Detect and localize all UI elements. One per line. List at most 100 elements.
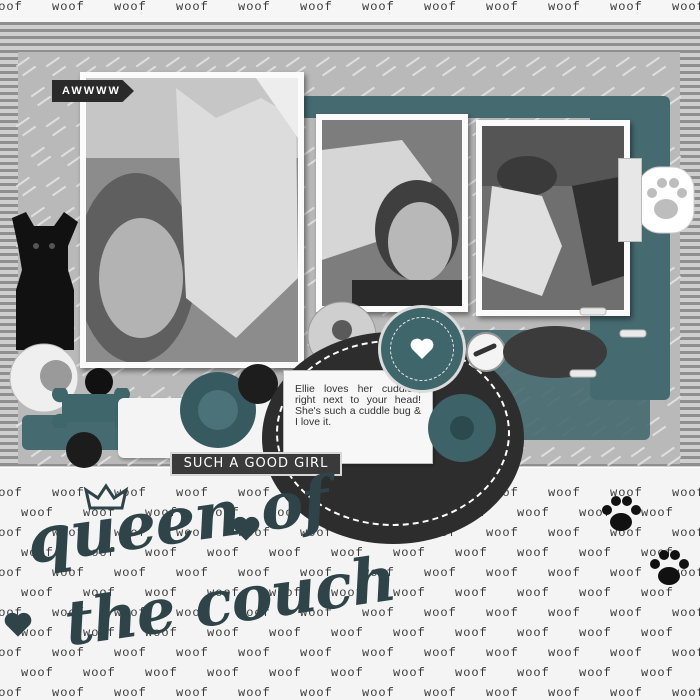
- woof-word: woof: [486, 566, 519, 580]
- hatch-mark: [45, 176, 67, 197]
- hatch-mark: [15, 116, 37, 137]
- woof-word: woof: [114, 686, 147, 700]
- paw-tag-icon: [637, 166, 695, 234]
- hatch-mark: [600, 446, 622, 467]
- hatch-mark: [495, 56, 517, 77]
- woof-word: woof: [269, 666, 302, 680]
- woof-word: woof: [455, 546, 488, 560]
- woof-word: woof: [362, 646, 395, 660]
- woof-word: woof: [486, 606, 519, 620]
- hatch-mark: [15, 176, 37, 197]
- woof-word: woof: [672, 486, 700, 500]
- hatch-mark: [345, 56, 367, 77]
- bone-scatter-icon: [569, 307, 647, 378]
- paw-print-icon: [602, 496, 641, 531]
- woof-word: woof: [548, 686, 581, 700]
- woof-word: woof: [52, 686, 85, 700]
- woof-word: woof: [393, 586, 426, 600]
- woof-word: woof: [176, 646, 209, 660]
- hatch-mark: [315, 56, 337, 77]
- woof-word: woof: [176, 0, 209, 14]
- hatch-mark: [585, 56, 607, 77]
- woof-word: woof: [0, 0, 23, 14]
- woof-word: woof: [300, 686, 333, 700]
- hatch-mark: [615, 56, 637, 77]
- woof-word: woof: [21, 586, 54, 600]
- woof-word: woof: [362, 686, 395, 700]
- hatch-mark: [45, 116, 67, 137]
- woof-word: woof: [486, 526, 519, 540]
- photo-image: [86, 78, 298, 362]
- woof-word: woof: [424, 0, 457, 14]
- hatch-mark: [60, 146, 82, 167]
- bone-ribbon-tab: [618, 158, 642, 242]
- hatch-mark: [570, 446, 592, 467]
- woof-word: woof: [517, 626, 550, 640]
- woof-word: woof: [145, 666, 178, 680]
- woof-word: woof: [424, 646, 457, 660]
- woof-word: woof: [362, 0, 395, 14]
- hatch-mark: [405, 56, 427, 77]
- woof-word: woof: [548, 0, 581, 14]
- woof-word: woof: [579, 586, 612, 600]
- woof-word: woof: [517, 506, 550, 520]
- woof-word: woof: [52, 0, 85, 14]
- woof-word: woof: [0, 486, 23, 500]
- woof-word: woof: [238, 646, 271, 660]
- woof-word: woof: [641, 506, 674, 520]
- hatch-mark: [375, 56, 397, 77]
- woof-word: woof: [331, 666, 364, 680]
- woof-word: woof: [610, 606, 643, 620]
- hatch-mark: [645, 56, 667, 77]
- hatch-mark: [45, 56, 67, 77]
- journal-text: Ellie loves her cuddles, right next to y…: [295, 383, 421, 428]
- hatch-mark: [465, 56, 487, 77]
- woof-word: woof: [579, 626, 612, 640]
- woof-word: woof: [579, 546, 612, 560]
- flower-teal-right-icon: [428, 394, 496, 462]
- woof-word: woof: [83, 666, 116, 680]
- woof-word: woof: [641, 666, 674, 680]
- heart-icon: [410, 338, 434, 359]
- woof-word: woof: [610, 566, 643, 580]
- photo-image: [322, 120, 462, 306]
- photo-woman-and-dog: [80, 72, 304, 368]
- photo-dog-sleeping: [476, 120, 630, 316]
- woof-word: woof: [610, 646, 643, 660]
- woof-word: woof: [0, 646, 23, 660]
- woof-word: woof: [610, 686, 643, 700]
- woof-word: woof: [517, 546, 550, 560]
- heart-icon: [232, 516, 260, 541]
- woof-word: woof: [21, 666, 54, 680]
- woof-word: woof: [300, 0, 333, 14]
- woof-word: woof: [548, 486, 581, 500]
- woof-word: woof: [424, 606, 457, 620]
- woof-word: woof: [114, 0, 147, 14]
- woof-word: woof: [672, 646, 700, 660]
- woof-word: woof: [393, 666, 426, 680]
- woof-word: woof: [672, 606, 700, 620]
- woof-word: woof: [331, 626, 364, 640]
- paw-print-icon: [650, 550, 689, 585]
- woof-word: woof: [610, 0, 643, 14]
- woof-word: woof: [238, 0, 271, 14]
- photo-dog-on-shoulder: [316, 114, 468, 312]
- woof-word: woof: [455, 666, 488, 680]
- woof-word: woof: [486, 646, 519, 660]
- hatch-mark: [540, 446, 562, 467]
- woof-word: woof: [0, 526, 23, 540]
- button-embellishment: [66, 432, 102, 468]
- hatch-mark: [660, 446, 682, 467]
- hatch-mark: [15, 56, 37, 77]
- woof-word: woof: [486, 0, 519, 14]
- hatch-mark: [630, 446, 652, 467]
- woof-word: woof: [424, 566, 457, 580]
- hatch-mark: [30, 86, 52, 107]
- woof-word: woof: [455, 586, 488, 600]
- woof-word: woof: [548, 646, 581, 660]
- hatch-mark: [555, 56, 577, 77]
- woof-word: woof: [238, 686, 271, 700]
- photo-image: [482, 126, 624, 310]
- woof-word: woof: [517, 586, 550, 600]
- woof-word: woof: [207, 666, 240, 680]
